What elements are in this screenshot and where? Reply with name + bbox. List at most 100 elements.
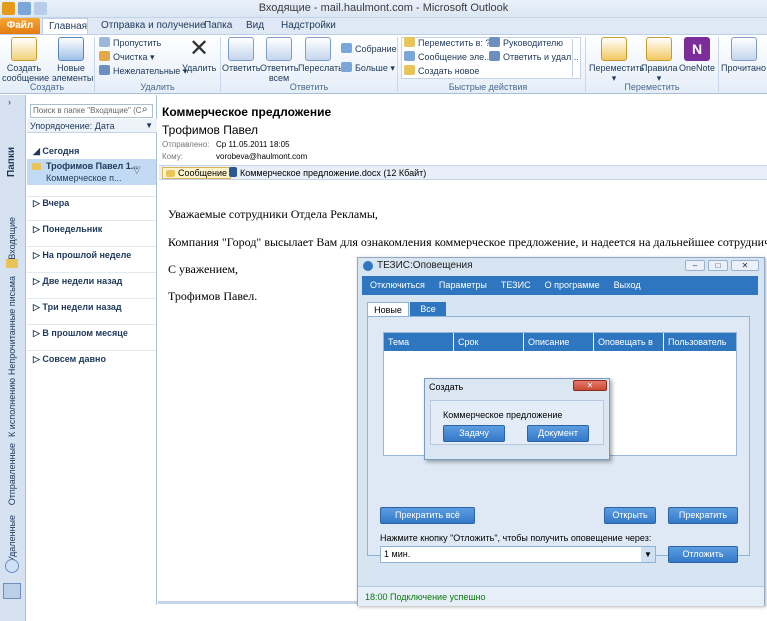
search-input[interactable]: Поиск в папке "Входящие" (C [30,104,153,118]
quick-manager[interactable]: Руководителю [489,36,563,50]
group-today[interactable]: ◢ Сегодня [33,146,79,157]
menu-tesis[interactable]: ТЕЗИС [501,280,531,290]
maximize-button[interactable]: □ [708,260,728,271]
tab-home[interactable]: Главная [42,18,88,34]
open-button[interactable]: Открыть [604,507,656,524]
junk-button[interactable]: Нежелательные ▾ [99,64,187,78]
gallery-scroll[interactable] [572,39,580,77]
cleanup-button[interactable]: Очистка ▾ [99,50,155,64]
quick-move-to[interactable]: Переместить в: ? [404,36,490,50]
col-notify-at[interactable]: Оповещать в [594,333,664,351]
more-button[interactable]: Больше ▾ [341,61,395,75]
search-icon[interactable]: ⌕ [142,104,148,115]
create-document-button[interactable]: Документ [527,425,589,442]
reply-all-icon [266,37,292,61]
reply-icon [228,37,254,61]
group-two-weeks[interactable]: ▷ Две недели назад [33,276,122,287]
reply-button[interactable]: Ответить [222,37,260,73]
close-button[interactable]: ✕ [731,260,759,271]
new-message-button[interactable]: Создать сообщение [2,37,49,83]
nav-inbox[interactable]: Входящие [7,217,17,260]
chevron-down-icon[interactable]: ▼ [641,547,655,562]
menu-disconnect[interactable]: Отключиться [370,280,425,290]
message-sender[interactable]: Трофимов Павел [162,123,258,137]
group-move-label: Переместить [624,82,680,92]
group-three-weeks[interactable]: ▷ Три недели назад [33,302,122,313]
menu-about[interactable]: О программе [545,280,600,290]
group-monday[interactable]: ▷ Понедельник [33,224,102,235]
meeting-button[interactable]: Собрание [341,42,397,56]
divider [27,272,156,273]
inbox-icon [6,259,18,268]
rules-icon [646,37,672,61]
postpone-hint: Нажмите кнопку "Отложить", чтобы получит… [380,533,652,543]
tab-new[interactable]: Новые [367,302,409,317]
reply-all-button[interactable]: Ответить всем [260,37,298,83]
divider [27,196,156,197]
col-subject[interactable]: Тема [384,333,454,351]
mail-item-selected[interactable]: Трофимов Павел 1... Коммерческое п... ▽ [27,159,156,185]
divider [27,298,156,299]
body-line: С уважением, [168,262,239,276]
forward-button[interactable]: Переслать [298,37,343,73]
postpone-select[interactable]: 1 мин. ▼ [380,546,656,563]
stop-button[interactable]: Прекратить [668,507,738,524]
mail-read-icon [32,163,41,170]
message-tab[interactable]: Сообщение [162,167,231,179]
tab-view[interactable]: Вид [240,18,270,34]
tab-send-receive[interactable]: Отправка и получение [95,18,212,34]
rules-button[interactable]: Правила ▾ [641,37,678,83]
create-task-button[interactable]: Задачу [443,425,505,442]
mail-list: Поиск в папке "Входящие" (C ⌕ Упорядочен… [27,95,157,605]
minimize-button[interactable]: – [685,260,705,271]
tab-file[interactable]: Файл [0,18,40,34]
nav-deleted[interactable]: Удаленные [7,515,17,562]
move-button[interactable]: Переместить ▾ [589,37,644,83]
mail-nav-icon[interactable] [3,583,21,599]
mail-icon [404,51,415,61]
onenote-button[interactable]: N OneNote [678,37,716,73]
sent-value: Ср 11.05.2011 18:05 [216,140,290,149]
nav-unread[interactable]: Непрочитанные письма [7,276,17,375]
dialog-close-button[interactable]: ✕ [573,380,607,391]
menu-exit[interactable]: Выход [614,280,641,290]
quick-team-email[interactable]: Сообщение эле... [404,50,492,64]
col-user[interactable]: Пользователь [664,333,736,351]
group-delete-label: Удалить [140,82,175,92]
deleted-icon [5,559,19,573]
tab-all[interactable]: Все [410,302,446,316]
delete-button[interactable]: ✕ Удалить [182,37,216,74]
nav-sent[interactable]: Отправленные [7,443,17,505]
word-doc-icon [229,167,237,177]
read-unread-button[interactable]: Прочитано [720,37,767,73]
window-controls[interactable] [719,3,763,14]
new-items-button[interactable]: Новые элементы [52,37,93,83]
quick-reply-delete[interactable]: Ответить и удал... [489,50,579,64]
menu-settings[interactable]: Параметры [439,280,487,290]
group-long-ago[interactable]: ▷ Совсем давно [33,354,106,365]
horizontal-scrollbar[interactable] [158,601,358,604]
tab-folder[interactable]: Папка [198,18,238,34]
nav-folders[interactable]: Папки [6,147,17,177]
expand-chevron-icon[interactable]: › [8,97,11,107]
group-yesterday[interactable]: ▷ Вчера [33,198,69,209]
group-last-month[interactable]: ▷ В прошлом месяце [33,328,128,339]
divider [27,324,156,325]
meeting-icon [341,43,352,53]
col-deadline[interactable]: Срок [454,333,524,351]
stop-all-button[interactable]: Прекратить всё [380,507,475,524]
col-description[interactable]: Описание [524,333,594,351]
dialog-title: Создать [429,382,464,392]
group-last-week[interactable]: ▷ На прошлой неделе [33,250,131,261]
sort-bar[interactable]: Упорядочение: Дата ▼ [27,119,157,133]
quick-create-new[interactable]: Создать новое [404,64,479,78]
ignore-button[interactable]: Пропустить [99,36,161,50]
postpone-button[interactable]: Отложить [668,546,738,563]
to-value[interactable]: vorobeva@haulmont.com [216,152,307,161]
nav-todo[interactable]: К исполнению [7,378,17,437]
sort-arrow-icon[interactable]: ▼ [145,119,153,133]
divider [718,37,719,92]
flag-icon[interactable]: ▽ [133,165,141,176]
tab-addins[interactable]: Надстройки [275,18,342,34]
attachment-file[interactable]: Коммерческое предложение.docx (12 Кбайт) [229,167,426,179]
